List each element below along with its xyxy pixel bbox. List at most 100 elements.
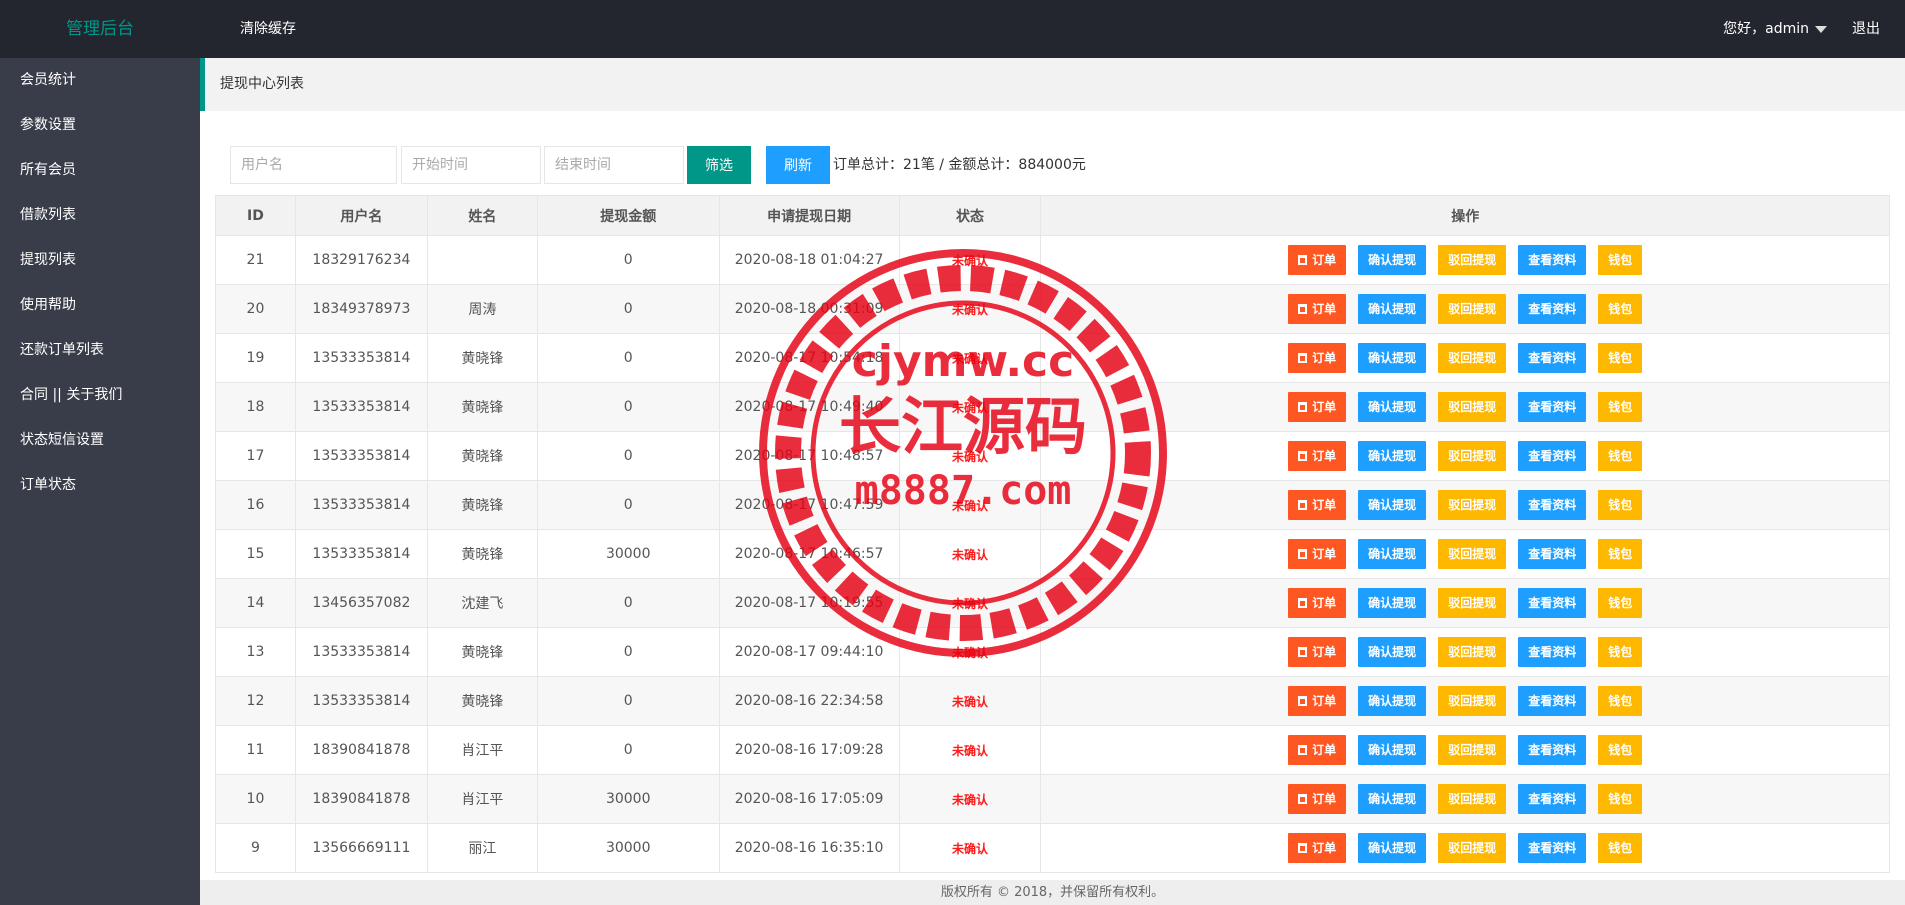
app-logo[interactable]: 管理后台: [0, 0, 200, 58]
confirm-withdrawal-button[interactable]: 确认提现: [1358, 294, 1427, 324]
sidebar-item-repayments[interactable]: 还款订单列表: [0, 328, 200, 373]
wallet-button[interactable]: 钱包: [1598, 637, 1643, 667]
sidebar-item-help[interactable]: 使用帮助: [0, 283, 200, 328]
view-profile-button[interactable]: 查看资料: [1518, 245, 1587, 275]
breadcrumb-bar: 提现中心列表: [200, 58, 1905, 111]
reject-withdrawal-button[interactable]: 驳回提现: [1438, 784, 1507, 814]
order-button[interactable]: 订单: [1288, 490, 1347, 520]
reject-withdrawal-button[interactable]: 驳回提现: [1438, 539, 1507, 569]
view-profile-button[interactable]: 查看资料: [1518, 588, 1587, 618]
reject-withdrawal-button[interactable]: 驳回提现: [1438, 833, 1507, 863]
view-profile-button[interactable]: 查看资料: [1518, 686, 1587, 716]
cell-amount: 30000: [536, 529, 720, 579]
user-greeting: 您好，admin: [1723, 21, 1809, 37]
reject-withdrawal-button[interactable]: 驳回提现: [1438, 588, 1507, 618]
sidebar-item-contract-about[interactable]: 合同 || 关于我们: [0, 373, 200, 418]
confirm-withdrawal-button[interactable]: 确认提现: [1358, 833, 1427, 863]
action-label: 订单: [1312, 694, 1337, 708]
table-row: 17 13533353814 黄晓锋 0 2020-08-17 10:48:57 未确认订…: [215, 431, 1890, 481]
view-profile-button[interactable]: 查看资料: [1518, 637, 1587, 667]
order-button[interactable]: 订单: [1288, 245, 1347, 275]
action-label: 钱包: [1608, 449, 1633, 463]
filter-button[interactable]: 筛选: [687, 146, 751, 184]
confirm-withdrawal-button[interactable]: 确认提现: [1358, 784, 1427, 814]
reject-withdrawal-button[interactable]: 驳回提现: [1438, 343, 1507, 373]
cell-actions: 订单 确认提现 驳回提现 查看资料 钱包: [1040, 676, 1890, 726]
reject-withdrawal-button[interactable]: 驳回提现: [1438, 441, 1507, 471]
order-button[interactable]: 订单: [1288, 637, 1347, 667]
order-button[interactable]: 订单: [1288, 686, 1347, 716]
action-label: 查看资料: [1528, 743, 1577, 757]
view-profile-button[interactable]: 查看资料: [1518, 343, 1587, 373]
reject-withdrawal-button[interactable]: 驳回提现: [1438, 294, 1507, 324]
wallet-button[interactable]: 钱包: [1598, 294, 1643, 324]
confirm-withdrawal-button[interactable]: 确认提现: [1358, 539, 1427, 569]
view-profile-button[interactable]: 查看资料: [1518, 539, 1587, 569]
view-profile-button[interactable]: 查看资料: [1518, 735, 1587, 765]
view-profile-button[interactable]: 查看资料: [1518, 441, 1587, 471]
sidebar-item-loans[interactable]: 借款列表: [0, 193, 200, 238]
refresh-button[interactable]: 刷新: [766, 146, 830, 184]
reject-withdrawal-button[interactable]: 驳回提现: [1438, 735, 1507, 765]
sidebar-item-sms-settings[interactable]: 状态短信设置: [0, 418, 200, 463]
wallet-button[interactable]: 钱包: [1598, 441, 1643, 471]
wallet-button[interactable]: 钱包: [1598, 245, 1643, 275]
action-label: 查看资料: [1528, 400, 1577, 414]
start-time-input[interactable]: [401, 146, 541, 184]
action-label: 订单: [1312, 792, 1337, 806]
order-button[interactable]: 订单: [1288, 392, 1347, 422]
action-label: 钱包: [1608, 792, 1633, 806]
reject-withdrawal-button[interactable]: 驳回提现: [1438, 490, 1507, 520]
wallet-button[interactable]: 钱包: [1598, 784, 1643, 814]
confirm-withdrawal-button[interactable]: 确认提现: [1358, 490, 1427, 520]
sidebar-item-settings[interactable]: 参数设置: [0, 103, 200, 148]
order-button[interactable]: 订单: [1288, 735, 1347, 765]
wallet-button[interactable]: 钱包: [1598, 735, 1643, 765]
order-button[interactable]: 订单: [1288, 588, 1347, 618]
view-profile-button[interactable]: 查看资料: [1518, 784, 1587, 814]
withdrawal-table-container[interactable]: ID 用户名 姓名 提现金额 申请提现日期 状态 操作 21 1832917623…: [215, 195, 1890, 875]
order-button[interactable]: 订单: [1288, 784, 1347, 814]
user-menu[interactable]: 您好，admin: [1723, 0, 1827, 58]
end-time-input[interactable]: [544, 146, 684, 184]
view-profile-button[interactable]: 查看资料: [1518, 833, 1587, 863]
confirm-withdrawal-button[interactable]: 确认提现: [1358, 735, 1427, 765]
wallet-button[interactable]: 钱包: [1598, 686, 1643, 716]
confirm-withdrawal-button[interactable]: 确认提现: [1358, 686, 1427, 716]
confirm-withdrawal-button[interactable]: 确认提现: [1358, 343, 1427, 373]
reject-withdrawal-button[interactable]: 驳回提现: [1438, 245, 1507, 275]
reject-withdrawal-button[interactable]: 驳回提现: [1438, 392, 1507, 422]
username-input[interactable]: [230, 146, 397, 184]
wallet-button[interactable]: 钱包: [1598, 343, 1643, 373]
order-button[interactable]: 订单: [1288, 833, 1347, 863]
wallet-button[interactable]: 钱包: [1598, 490, 1643, 520]
wallet-button[interactable]: 钱包: [1598, 392, 1643, 422]
confirm-withdrawal-button[interactable]: 确认提现: [1358, 588, 1427, 618]
reject-withdrawal-button[interactable]: 驳回提现: [1438, 637, 1507, 667]
wallet-button[interactable]: 钱包: [1598, 588, 1643, 618]
sidebar-item-member-stats[interactable]: 会员统计: [0, 58, 200, 103]
cell-status: 未确认: [898, 774, 1042, 824]
cell-amount: 30000: [536, 823, 720, 873]
order-button[interactable]: 订单: [1288, 294, 1347, 324]
confirm-withdrawal-button[interactable]: 确认提现: [1358, 441, 1427, 471]
sidebar-item-order-status[interactable]: 订单状态: [0, 463, 200, 508]
order-button[interactable]: 订单: [1288, 441, 1347, 471]
confirm-withdrawal-button[interactable]: 确认提现: [1358, 637, 1427, 667]
wallet-button[interactable]: 钱包: [1598, 833, 1643, 863]
confirm-withdrawal-button[interactable]: 确认提现: [1358, 245, 1427, 275]
table-row: 20 18349378973 周涛 0 2020-08-18 00:31:09 未确认 订单…: [215, 284, 1890, 334]
view-profile-button[interactable]: 查看资料: [1518, 490, 1587, 520]
reject-withdrawal-button[interactable]: 驳回提现: [1438, 686, 1507, 716]
order-button[interactable]: 订单: [1288, 343, 1347, 373]
confirm-withdrawal-button[interactable]: 确认提现: [1358, 392, 1427, 422]
view-profile-button[interactable]: 查看资料: [1518, 392, 1587, 422]
logout-link[interactable]: 退出: [1852, 0, 1880, 58]
wallet-button[interactable]: 钱包: [1598, 539, 1643, 569]
sidebar-item-all-members[interactable]: 所有会员: [0, 148, 200, 193]
clear-cache-link[interactable]: 清除缓存: [240, 0, 296, 58]
cell-name: 肖江平: [426, 725, 538, 775]
order-button[interactable]: 订单: [1288, 539, 1347, 569]
sidebar-item-withdrawals[interactable]: 提现列表: [0, 238, 200, 283]
view-profile-button[interactable]: 查看资料: [1518, 294, 1587, 324]
